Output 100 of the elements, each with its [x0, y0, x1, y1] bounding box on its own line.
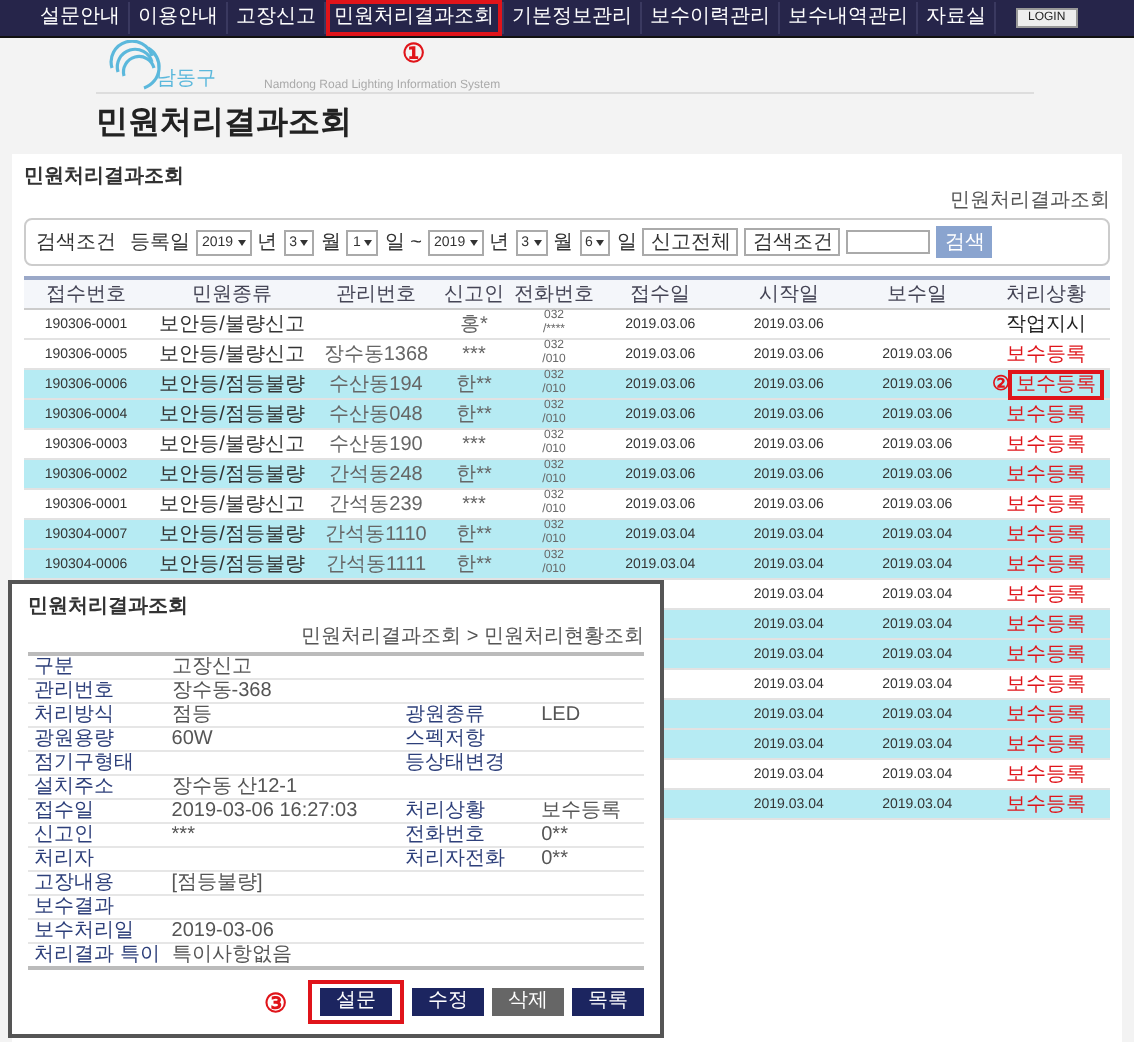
- field-value: 0**: [541, 824, 568, 846]
- status-link[interactable]: 보수등록: [1001, 584, 1090, 606]
- date-unit: 월: [320, 230, 341, 256]
- table-cell: 보안등/불량신고: [159, 314, 305, 336]
- field-label: 전화번호: [405, 824, 486, 846]
- field-value: 2019-03-06: [171, 920, 274, 942]
- popup-title: 민원처리결과조회: [28, 594, 190, 620]
- dropdown[interactable]: 신고전체: [642, 228, 739, 256]
- field-value: ***: [171, 824, 195, 846]
- table-cell: 한**: [456, 554, 492, 576]
- table-cell: 보안등/점등불량: [159, 464, 305, 486]
- table-cell: 간석동1111: [325, 554, 427, 576]
- field-value: 2019-03-06 16:27:03: [171, 800, 358, 822]
- table-cell: 수산동190: [329, 434, 423, 456]
- field-label: 보수결과: [34, 896, 114, 918]
- step-marker: ②: [991, 374, 1010, 396]
- date-unit: 년: [257, 230, 278, 256]
- nav-link[interactable]: 이용안내: [132, 2, 224, 34]
- field-label: 처리결과 특이: [34, 944, 160, 966]
- table-cell: 한**: [456, 524, 492, 546]
- nav-link[interactable]: 보수이력관리: [644, 2, 776, 34]
- table-cell: 홍*: [460, 314, 488, 336]
- nav-link[interactable]: 고장신고: [230, 2, 322, 34]
- column-header: 보수일: [853, 278, 982, 309]
- column-header: 전화번호: [512, 278, 596, 309]
- date-label: 등록일: [130, 230, 190, 256]
- breadcrumb: 민원처리결과조회: [948, 188, 1110, 214]
- field-value: 점등: [171, 704, 212, 726]
- field-value: 고장신고: [171, 656, 252, 678]
- field-value: LED: [541, 704, 581, 726]
- nav-link[interactable]: 자료실: [920, 2, 992, 34]
- breadcrumb: 민원처리결과조회 > 민원처리현황조회: [28, 622, 644, 656]
- table-cell: 간석동248: [329, 464, 423, 486]
- table-cell: 보안등/불량신고: [159, 434, 305, 456]
- status-link[interactable]: 보수등록: [1001, 674, 1090, 696]
- date-unit: 일: [616, 230, 637, 256]
- status-link[interactable]: 보수등록: [1001, 494, 1090, 516]
- field-label: 광원용량: [34, 728, 114, 750]
- field-label: 접수일: [34, 800, 94, 822]
- field-label: 설치주소: [34, 776, 114, 798]
- field-label: 광원종류: [405, 704, 486, 726]
- table-cell: 보안등/불량신고: [159, 494, 305, 516]
- popup-button[interactable]: 설문: [320, 988, 392, 1016]
- table-cell: 보안등/불량신고: [159, 344, 305, 366]
- nav-link[interactable]: 보수내역관리: [782, 2, 914, 34]
- caret-icon: [469, 239, 478, 245]
- section-title: 민원처리결과조회: [24, 164, 186, 190]
- column-header: 신고인: [436, 278, 512, 309]
- field-value: 장수동-368: [171, 680, 272, 702]
- field-value: 60W: [171, 728, 213, 750]
- caret-icon: [364, 239, 373, 245]
- date-unit: 년: [489, 230, 510, 256]
- field-label: 신고인: [34, 824, 94, 846]
- popup-button[interactable]: 목록: [572, 988, 644, 1016]
- column-header: 처리상황: [981, 278, 1110, 309]
- page-title: 민원처리결과조회: [96, 104, 354, 144]
- nav-link[interactable]: 설문안내: [34, 2, 126, 34]
- field-value: 특이사항없음: [171, 944, 292, 966]
- status-link[interactable]: 보수등록: [1001, 434, 1090, 456]
- column-header: 접수일: [596, 278, 725, 309]
- caret-icon: [533, 239, 541, 245]
- field-label: 점기구형태: [34, 752, 134, 774]
- table-cell: 한**: [456, 404, 492, 426]
- popup-button[interactable]: 수정: [412, 988, 484, 1016]
- status-link[interactable]: 작업지시: [1001, 314, 1090, 336]
- field-value: 0**: [541, 848, 568, 870]
- table-cell: 간석동239: [329, 494, 423, 516]
- search-field[interactable]: [846, 230, 931, 254]
- popup-button[interactable]: 삭제: [492, 988, 564, 1016]
- caret-icon: [300, 239, 309, 245]
- table-cell: 간석동1110: [325, 524, 427, 546]
- status-link[interactable]: 보수등록: [1011, 374, 1100, 396]
- nav-link[interactable]: 민원처리결과조회: [328, 2, 500, 34]
- field-label: 처리자전화: [405, 848, 506, 870]
- search-label: 검색조건: [36, 230, 116, 256]
- status-link[interactable]: 보수등록: [1001, 344, 1090, 366]
- caret-icon: [237, 239, 246, 245]
- dropdown[interactable]: 검색조건: [744, 228, 841, 256]
- table-cell: ***: [462, 343, 486, 365]
- field-label: 처리자: [34, 848, 94, 870]
- table-cell: 수산동194: [329, 374, 423, 396]
- table-cell: 보안등/점등불량: [159, 404, 305, 426]
- table-cell: 보안등/점등불량: [159, 374, 305, 396]
- field-label: 처리상황: [405, 800, 486, 822]
- column-header: 접수번호: [24, 278, 148, 309]
- step-marker: ③: [264, 989, 288, 1015]
- field-value: [점등불량]: [171, 872, 263, 894]
- nav-link[interactable]: 기본정보관리: [506, 2, 638, 34]
- field-value: 장수동 산12-1: [171, 776, 298, 798]
- step-marker: ①: [402, 40, 426, 66]
- caret-icon: [596, 239, 605, 245]
- table-cell: 한**: [456, 464, 492, 486]
- status-link[interactable]: 보수등록: [1001, 764, 1090, 786]
- table-cell: 보안등/점등불량: [159, 524, 305, 546]
- table-cell: 한**: [456, 374, 492, 396]
- column-header: 시작일: [724, 278, 853, 309]
- table-cell: 보안등/점등불량: [159, 554, 305, 576]
- field-value: 보수등록: [541, 800, 622, 822]
- field-label: 등상태변경: [405, 752, 506, 774]
- table-cell: ***: [462, 433, 486, 455]
